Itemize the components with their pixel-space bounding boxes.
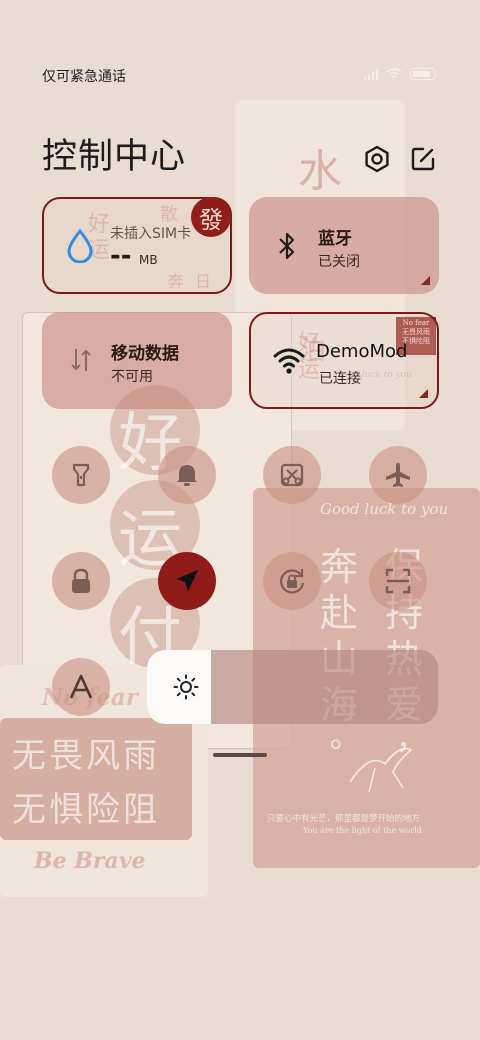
- mobile-data-tile[interactable]: 移动数据 不可用: [42, 312, 232, 409]
- crane-icon: [349, 747, 413, 793]
- wallpaper-good-luck: Good luck to you: [320, 500, 449, 518]
- tile-expand-indicator: [419, 389, 428, 398]
- wifi-icon: [273, 348, 305, 374]
- bluetooth-icon: [279, 232, 295, 260]
- battery-icon: [410, 68, 436, 80]
- sim-status-label: 未插入SIM卡: [110, 226, 192, 242]
- scanner-toggle[interactable]: [369, 552, 427, 610]
- location-toggle[interactable]: [158, 552, 216, 610]
- airplane-icon: [386, 463, 410, 487]
- mute-toggle[interactable]: [158, 446, 216, 504]
- wallpaper-be-brave: Be Brave: [34, 848, 146, 874]
- wallpaper-caption: 只要心中有光芒，那里都是梦开始的地方: [267, 814, 421, 824]
- bell-icon: [177, 465, 197, 486]
- wallpaper-line: 无惧险阻: [12, 790, 160, 830]
- lock-icon: [72, 568, 90, 593]
- fortune-badge: 發: [191, 197, 231, 237]
- font-size-toggle[interactable]: [52, 658, 110, 716]
- water-drop-icon: [67, 229, 93, 263]
- wifi-status-icon: [386, 68, 402, 78]
- carrier-status: 仅可紧急通话: [42, 69, 126, 85]
- data-usage-unit: MB: [139, 253, 158, 267]
- airplane-mode-toggle[interactable]: [369, 446, 427, 504]
- settings-button[interactable]: [362, 144, 392, 174]
- wallpaper-caption: You are the light of the world: [303, 826, 422, 835]
- bluetooth-label: 蓝牙: [318, 229, 352, 249]
- wifi-network-name: DemoMod: [316, 341, 408, 362]
- tile-expand-indicator: [421, 276, 430, 285]
- page-title: 控制中心: [42, 137, 187, 177]
- mobile-data-label: 移动数据: [111, 344, 179, 364]
- bluetooth-status: 已关闭: [318, 254, 360, 270]
- edit-icon: [411, 147, 435, 171]
- wallpaper-glyph: 水: [298, 146, 342, 197]
- brightness-icon: [173, 674, 199, 700]
- status-icons: [364, 68, 436, 80]
- mobile-data-icon: [71, 349, 91, 371]
- bluetooth-tile[interactable]: 蓝牙 已关闭: [249, 197, 439, 294]
- wifi-tile[interactable]: DemoMod 已连接: [249, 312, 439, 409]
- font-size-icon: [69, 674, 93, 699]
- rotation-lock-toggle[interactable]: [263, 552, 321, 610]
- scan-icon: [385, 568, 411, 594]
- mobile-data-status: 不可用: [111, 369, 153, 385]
- screenshot-icon: [280, 463, 304, 487]
- flashlight-icon: [72, 463, 90, 487]
- lock-screen-toggle[interactable]: [52, 552, 110, 610]
- wallpaper-line: 无畏风雨: [12, 736, 160, 776]
- drag-handle[interactable]: [213, 753, 267, 757]
- wifi-status: 已连接: [319, 371, 361, 387]
- rotation-lock-icon: [280, 569, 305, 594]
- location-icon: [176, 570, 198, 592]
- signal-icon: [364, 68, 378, 80]
- brightness-slider[interactable]: [147, 650, 438, 724]
- data-usage-value: --: [110, 241, 132, 271]
- screenshot-toggle[interactable]: [263, 446, 321, 504]
- gear-icon: [365, 145, 389, 173]
- flashlight-toggle[interactable]: [52, 446, 110, 504]
- edit-button[interactable]: [408, 144, 438, 174]
